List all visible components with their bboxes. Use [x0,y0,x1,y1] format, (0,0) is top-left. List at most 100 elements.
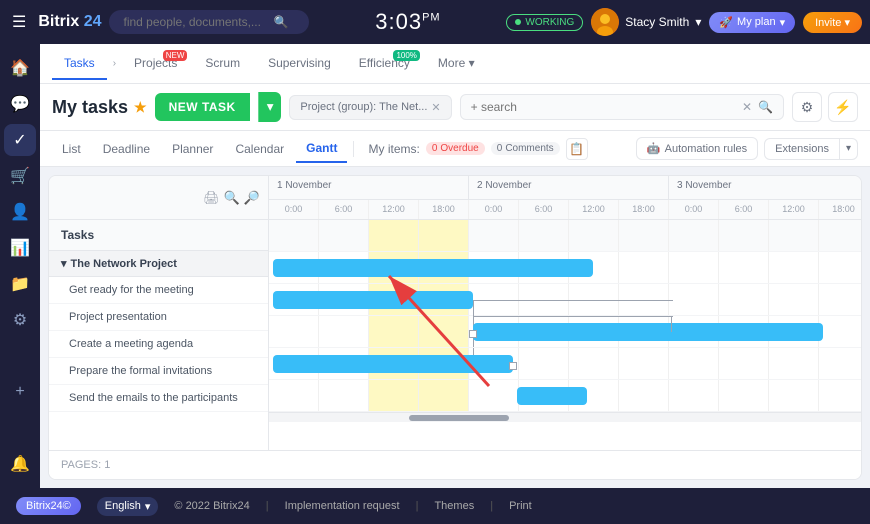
invite-button[interactable]: Invite ▾ [803,12,862,33]
sidebar-item-contacts[interactable]: 👤 [4,196,36,228]
extensions-dropdown[interactable]: ▾ [840,138,858,160]
working-dot [515,19,521,25]
working-status[interactable]: WORKING [506,14,583,31]
task-row-5[interactable]: Send the emails to the participants [49,385,268,412]
new-task-dropdown[interactable]: ▾ [258,92,282,122]
overdue-badge[interactable]: 0 Overdue [426,142,485,155]
footer-divider-3: | [490,500,493,512]
subtab-planner[interactable]: Planner [162,136,223,162]
invite-chevron: ▾ [844,17,850,29]
task-bar-3[interactable] [473,323,823,341]
robot-icon: 🤖 [647,142,661,155]
task-bar-5[interactable] [517,387,587,405]
topbar-time: 3:03PM [317,9,498,35]
subtab-divider [353,141,354,157]
task-row-1[interactable]: Get ready for the meeting [49,277,268,304]
myplan-button[interactable]: 🚀 My plan ▾ [709,12,795,33]
gantt-inner: 🖨 🔍 🔎 Tasks ▾ The Network Project Get re… [49,176,861,450]
tab-tasks[interactable]: Tasks [52,48,107,80]
search-clear-icon[interactable]: ✕ [742,100,752,114]
gantt-tools: 🖨 🔍 🔎 [203,190,260,206]
filter-close-icon[interactable]: ✕ [431,101,440,114]
comments-badge[interactable]: 0 Comments [491,142,560,155]
task-row-4[interactable]: Prepare the formal invitations [49,358,268,385]
gantt-tasks-header: Tasks [49,220,268,251]
gantt-zoom-in-icon[interactable]: 🔎 [244,190,260,206]
task-bar-2[interactable] [273,291,473,309]
sidebar-item-home[interactable]: 🏠 [4,52,36,84]
gantt-container: 🖨 🔍 🔎 Tasks ▾ The Network Project Get re… [48,175,862,480]
sidebar: 🏠 💬 ✓ 🛒 👤 📊 📁 ⚙ + 🔔 [0,44,40,488]
sidebar-item-settings[interactable]: ⚙ [4,304,36,336]
copyright: © 2022 Bitrix24 [174,500,249,512]
task-bar-1[interactable] [273,259,593,277]
bitrix24-footer-button[interactable]: Bitrix24© [16,497,81,515]
sidebar-item-chat[interactable]: 💬 [4,88,36,120]
user-dropdown-icon: ▾ [695,15,701,29]
gantt-row-5 [269,380,861,412]
gantt-left-panel: 🖨 🔍 🔎 Tasks ▾ The Network Project Get re… [49,176,269,450]
search-magnify-icon[interactable]: 🔍 [758,100,773,114]
sidebar-item-add[interactable]: + [4,376,36,408]
connector-box-2 [509,362,517,370]
efficiency-badge: 100% [393,50,419,61]
gantt-date-headers: 1 November 2 November 3 November 4 Novem… [269,176,861,200]
search-icon: 🔍 [273,15,288,29]
gantt-group-row [269,220,861,252]
tab-efficiency[interactable]: Efficiency 100% [347,48,422,80]
settings-icon-btn[interactable]: ⚙ [792,92,822,122]
search-input[interactable] [123,15,273,29]
task-search-input[interactable] [471,100,736,114]
gantt-scrollbar[interactable] [269,412,861,422]
page-title: My tasks ★ [52,97,147,118]
lightning-icon-btn[interactable]: ⚡ [828,92,858,122]
connector-h-1 [473,300,673,301]
print-link[interactable]: Print [509,500,532,512]
sidebar-item-tasks[interactable]: ✓ [4,124,36,156]
gantt-header-left: 🖨 🔍 🔎 [49,176,268,220]
language-selector[interactable]: English ▾ [97,497,159,516]
topbar-search-wrapper: 🔍 [109,10,309,34]
date-3-nov: 3 November [669,176,861,199]
sidebar-item-drive[interactable]: 📁 [4,268,36,300]
themes-link[interactable]: Themes [434,500,474,512]
star-icon[interactable]: ★ [134,99,147,116]
topbar-user[interactable]: Stacy Smith ▾ [591,8,701,36]
myplan-chevron: ▾ [780,16,786,29]
sidebar-item-crm[interactable]: 📊 [4,232,36,264]
subtab-calendar[interactable]: Calendar [225,136,294,162]
tab-supervising[interactable]: Supervising [256,48,343,80]
hamburger-icon[interactable]: ☰ [8,8,30,36]
sidebar-item-cart[interactable]: 🛒 [4,160,36,192]
gantt-scrollbar-thumb[interactable] [409,415,509,421]
gantt-print-icon[interactable]: 🖨 [203,190,220,206]
task-search-area: ✕ 🔍 [460,94,784,120]
gantt-row-4 [269,348,861,380]
tab-projects[interactable]: Projects NEW [122,48,189,80]
project-filter-tag[interactable]: Project (group): The Net... ✕ [289,95,451,120]
gantt-zoom-out-icon[interactable]: 🔍 [224,190,240,206]
date-2-nov: 2 November [469,176,669,199]
gantt-task-group[interactable]: ▾ The Network Project [49,251,268,277]
task-row-2[interactable]: Project presentation [49,304,268,331]
sidebar-item-notifications[interactable]: 🔔 [4,448,36,480]
new-task-button[interactable]: NEW TASK [155,93,250,121]
connector-box-1 [469,330,477,338]
extensions-wrapper: Extensions ▾ [764,138,858,160]
subtab-deadline[interactable]: Deadline [93,136,160,162]
task-row-3[interactable]: Create a meeting agenda [49,331,268,358]
subtab-list[interactable]: List [52,136,91,162]
gantt-right-panel[interactable]: 1 November 2 November 3 November 4 Novem… [269,176,861,450]
filter-icon-btn[interactable]: 📋 [566,138,588,160]
subtab-gantt[interactable]: Gantt [296,135,347,163]
tab-scrum[interactable]: Scrum [193,48,252,80]
automation-rules-button[interactable]: 🤖 Automation rules [636,137,758,160]
nav-arrow: › [113,58,116,69]
my-items-section: My items: 0 Overdue 0 Comments 📋 [368,138,587,160]
tab-more[interactable]: More ▾ [426,48,487,80]
implementation-link[interactable]: Implementation request [285,500,400,512]
task-bar-4[interactable] [273,355,513,373]
extensions-button[interactable]: Extensions [764,138,840,160]
date-1-nov: 1 November [269,176,469,199]
gantt-footer: PAGES: 1 [49,450,861,479]
